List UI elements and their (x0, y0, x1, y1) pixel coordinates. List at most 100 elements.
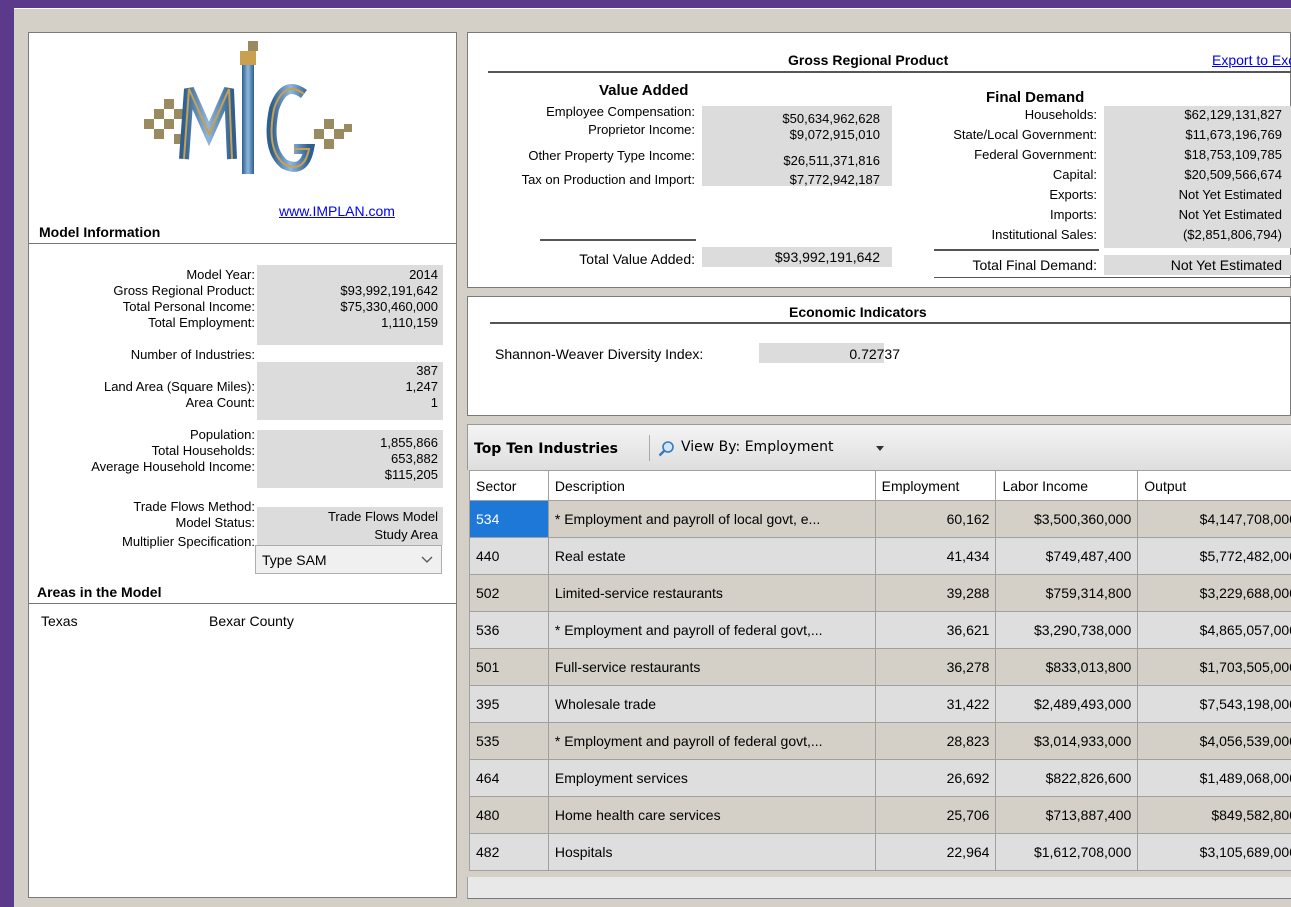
output-cell[interactable]: $3,105,689,000 (1137, 833, 1291, 871)
output-cell[interactable]: $1,489,068,000 (1137, 759, 1291, 797)
trade-flows-label: Trade Flows Method: (133, 499, 255, 514)
output-cell[interactable]: $7,543,198,000 (1137, 685, 1291, 723)
employment-cell[interactable]: 36,278 (874, 648, 997, 686)
chevron-down-icon (421, 556, 433, 563)
model-info-title: Model Information (39, 224, 161, 240)
personal-income-label: Total Personal Income: (122, 299, 255, 314)
sector-cell[interactable]: 440 (469, 537, 549, 575)
export-to-excel-link[interactable]: Export to Excel (1212, 52, 1291, 68)
labor-income-cell[interactable]: $3,500,360,000 (995, 500, 1139, 538)
col-header-output[interactable]: Output (1137, 470, 1291, 501)
description-cell[interactable]: * Employment and payroll of local govt, … (547, 500, 876, 538)
sector-cell[interactable]: 395 (469, 685, 549, 723)
employment-cell[interactable]: 31,422 (874, 685, 997, 723)
labor-income-cell[interactable]: $3,014,933,000 (995, 722, 1139, 760)
description-cell[interactable]: * Employment and payroll of federal govt… (547, 611, 876, 649)
sector-cell[interactable]: 502 (469, 574, 549, 612)
sector-cell[interactable]: 501 (469, 648, 549, 686)
table-row[interactable]: 482 Hospitals 22,964 $1,612,708,000 $3,1… (469, 833, 1291, 871)
labor-income-cell[interactable]: $759,314,800 (995, 574, 1139, 612)
col-header-sector[interactable]: Sector (469, 470, 549, 501)
institutional-sales-label: Institutional Sales: (991, 227, 1097, 242)
output-cell[interactable]: $1,703,505,000 (1137, 648, 1291, 686)
sector-cell[interactable]: 464 (469, 759, 549, 797)
model-info-panel: www.IMPLAN.com Model Information Model Y… (28, 32, 457, 898)
households-fd-label: Households: (1024, 107, 1097, 122)
table-row[interactable]: 395 Wholesale trade 31,422 $2,489,493,00… (469, 685, 1291, 723)
labor-income-cell[interactable]: $1,612,708,000 (995, 833, 1139, 871)
table-row[interactable]: 502 Limited-service restaurants 39,288 $… (469, 574, 1291, 612)
table-row[interactable]: 535 * Employment and payroll of federal … (469, 722, 1291, 760)
employment-cell[interactable]: 36,621 (874, 611, 997, 649)
description-cell[interactable]: Wholesale trade (547, 685, 876, 723)
output-cell[interactable]: $4,147,708,000 (1137, 500, 1291, 538)
industries-value: 387 (416, 363, 438, 378)
output-cell[interactable]: $849,582,800 (1137, 796, 1291, 834)
employment-cell[interactable]: 41,434 (874, 537, 997, 575)
mig-logo (144, 41, 352, 174)
final-demand-title: Final Demand (986, 89, 1085, 106)
multiplier-select[interactable]: Type SAM (255, 545, 442, 574)
employment-cell[interactable]: 22,964 (874, 833, 997, 871)
employment-cell[interactable]: 26,692 (874, 759, 997, 797)
implan-link[interactable]: www.IMPLAN.com (279, 203, 395, 219)
output-cell[interactable]: $5,772,482,000 (1137, 537, 1291, 575)
col-header-employment[interactable]: Employment (874, 470, 997, 501)
output-cell[interactable]: $4,056,539,000 (1137, 722, 1291, 760)
total-final-demand-value: Not Yet Estimated (1170, 257, 1282, 273)
imports-value: Not Yet Estimated (1178, 207, 1282, 222)
areas-title: Areas in the Model (37, 584, 162, 600)
description-cell[interactable]: Full-service restaurants (547, 648, 876, 686)
description-cell[interactable]: Limited-service restaurants (547, 574, 876, 612)
sector-cell[interactable]: 480 (469, 796, 549, 834)
state-local-value: $11,673,196,769 (1185, 127, 1282, 142)
proprietor-income-label: Proprietor Income: (588, 122, 695, 137)
employment-label: Total Employment: (148, 315, 255, 330)
land-area-label: Land Area (Square Miles): (103, 379, 255, 394)
table-row[interactable]: 464 Employment services 26,692 $822,826,… (469, 759, 1291, 797)
model-year-label: Model Year: (186, 267, 255, 282)
description-cell[interactable]: Hospitals (547, 833, 876, 871)
description-cell[interactable]: Employment services (547, 759, 876, 797)
multiplier-select-value: Type SAM (262, 552, 327, 568)
area-count-label: Area Count: (185, 395, 255, 410)
imports-label: Imports: (1050, 207, 1097, 222)
table-row[interactable]: 440 Real estate 41,434 $749,487,400 $5,7… (469, 537, 1291, 575)
labor-income-cell[interactable]: $2,489,493,000 (995, 685, 1139, 723)
households-value: 653,882 (391, 451, 438, 466)
model-year-value: 2014 (409, 267, 438, 282)
col-header-description[interactable]: Description (547, 470, 876, 501)
sector-cell[interactable]: 535 (469, 722, 549, 760)
sector-cell[interactable]: 534 (469, 500, 549, 538)
sector-cell[interactable]: 482 (469, 833, 549, 871)
employment-cell[interactable]: 60,162 (874, 500, 997, 538)
multiplier-label: Multiplier Specification: (122, 534, 255, 549)
employment-cell[interactable]: 28,823 (874, 722, 997, 760)
grp-label: Gross Regional Product: (113, 283, 255, 298)
tax-production-label: Tax on Production and Import: (521, 172, 695, 187)
labor-income-cell[interactable]: $3,290,738,000 (995, 611, 1139, 649)
labor-income-cell[interactable]: $833,013,800 (995, 648, 1139, 686)
area-county[interactable]: Bexar County (209, 613, 294, 629)
description-cell[interactable]: Home health care services (547, 796, 876, 834)
table-row[interactable]: 534 * Employment and payroll of local go… (469, 500, 1291, 538)
exports-label: Exports: (1049, 187, 1097, 202)
table-row[interactable]: 501 Full-service restaurants 36,278 $833… (469, 648, 1291, 686)
output-cell[interactable]: $3,229,688,000 (1137, 574, 1291, 612)
labor-income-cell[interactable]: $749,487,400 (995, 537, 1139, 575)
description-cell[interactable]: * Employment and payroll of federal govt… (547, 722, 876, 760)
labor-income-cell[interactable]: $822,826,600 (995, 759, 1139, 797)
table-row[interactable]: 536 * Employment and payroll of federal … (469, 611, 1291, 649)
labor-income-cell[interactable]: $713,887,400 (995, 796, 1139, 834)
top-ten-title: Top Ten Industries (474, 441, 618, 457)
area-state[interactable]: Texas (41, 613, 78, 629)
col-header-labor-income[interactable]: Labor Income (995, 470, 1139, 501)
employee-comp-value: $50,634,962,628 (782, 111, 880, 126)
description-cell[interactable]: Real estate (547, 537, 876, 575)
employment-cell[interactable]: 39,288 (874, 574, 997, 612)
output-cell[interactable]: $4,865,057,000 (1137, 611, 1291, 649)
employment-cell[interactable]: 25,706 (874, 796, 997, 834)
capital-value: $20,509,566,674 (1184, 167, 1282, 182)
sector-cell[interactable]: 536 (469, 611, 549, 649)
table-row[interactable]: 480 Home health care services 25,706 $71… (469, 796, 1291, 834)
